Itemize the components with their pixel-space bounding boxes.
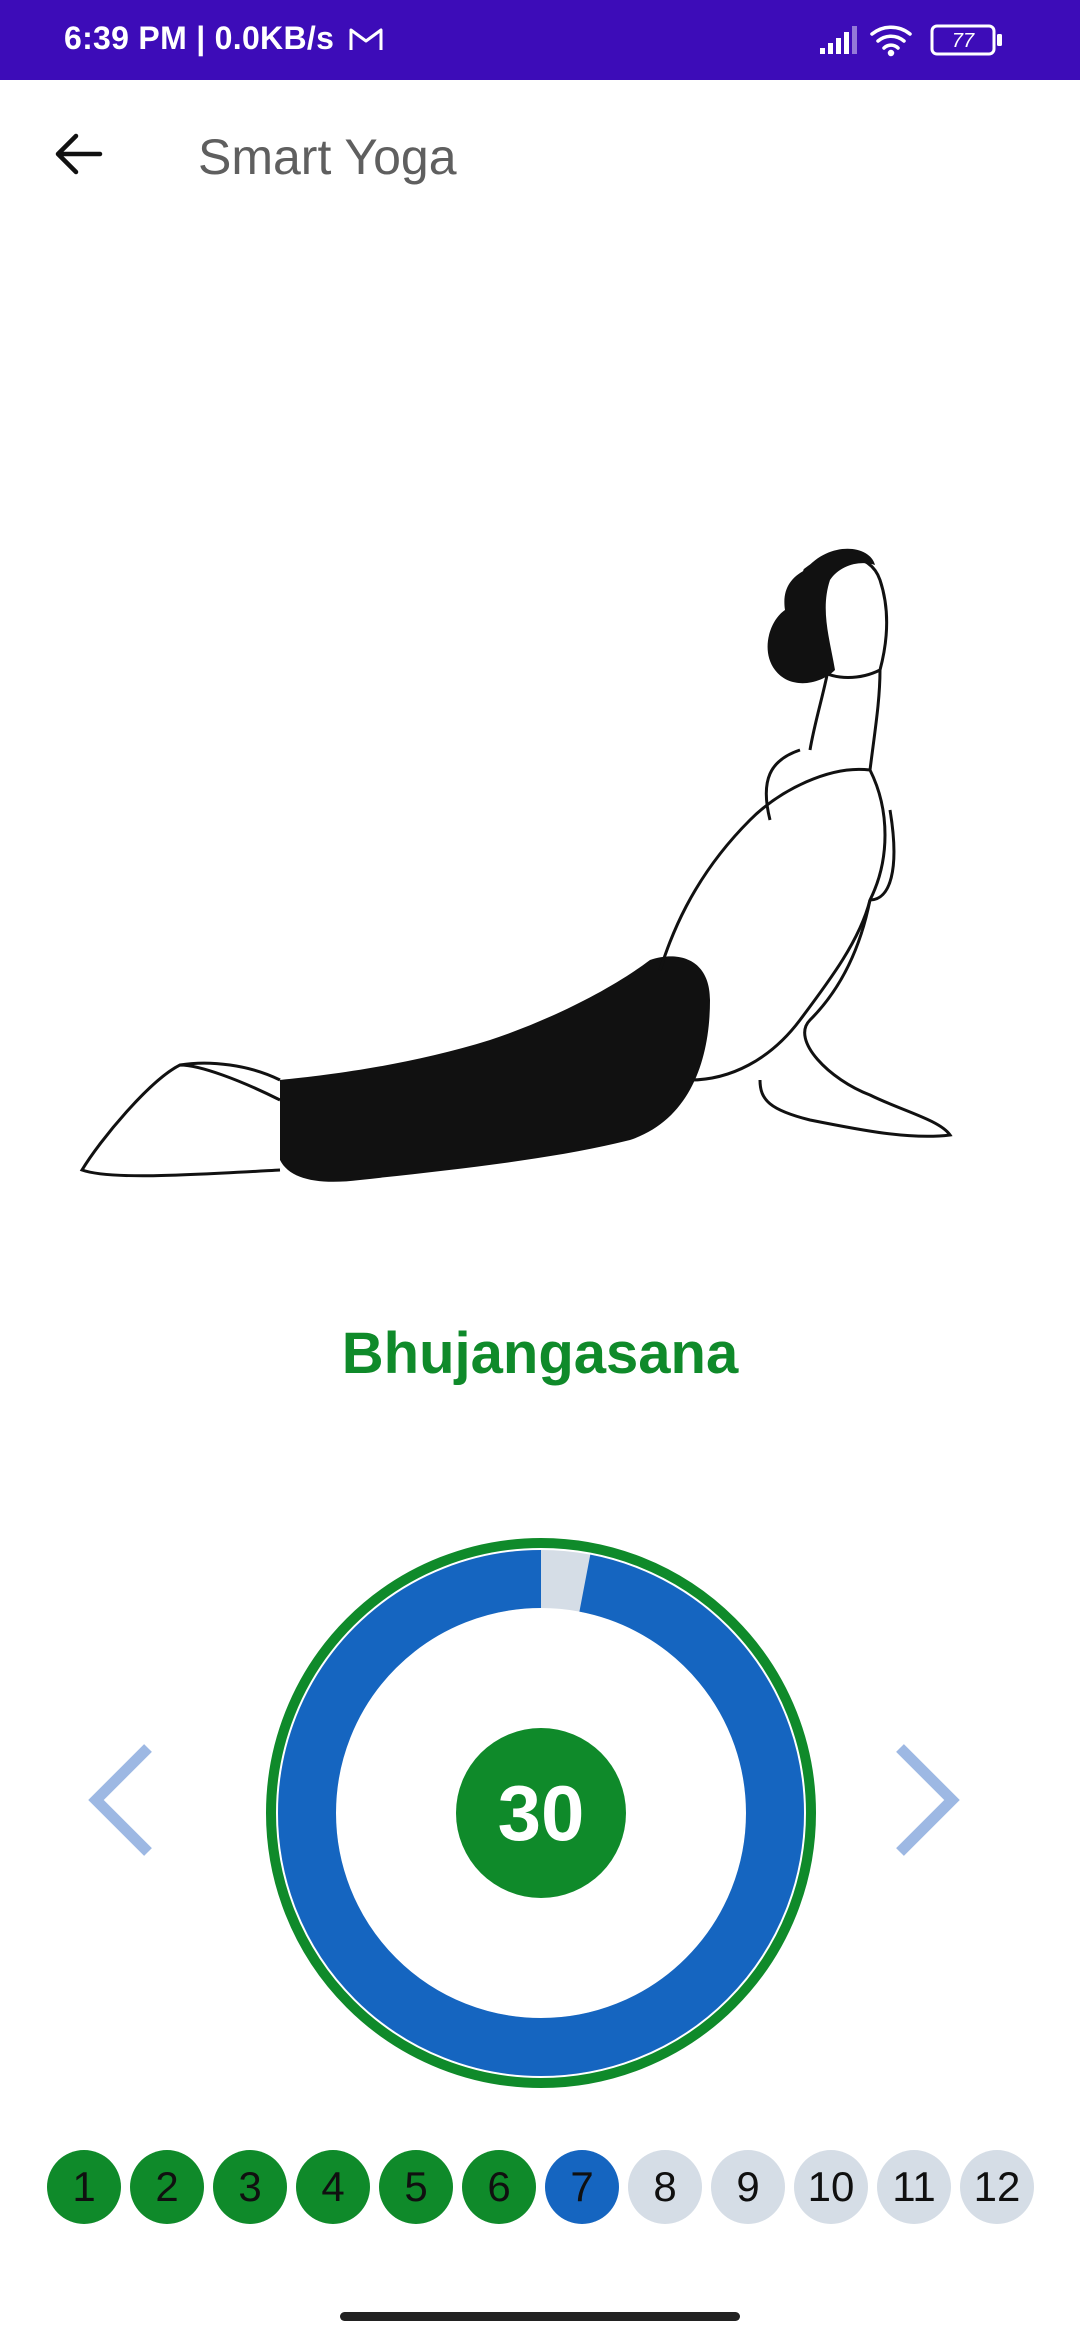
timer-widget: 30 <box>266 1538 816 2088</box>
cobra-pose-illustration <box>79 548 953 1182</box>
step-dot-12[interactable]: 12 <box>960 2150 1034 2224</box>
battery-icon: 77 <box>930 24 1002 56</box>
step-dot-3[interactable]: 3 <box>213 2150 287 2224</box>
step-dot-2[interactable]: 2 <box>130 2150 204 2224</box>
next-button[interactable] <box>880 1730 970 1870</box>
gmail-icon <box>349 28 383 50</box>
step-dot-10[interactable]: 10 <box>794 2150 868 2224</box>
signal-icon <box>820 26 857 54</box>
status-bar: 6:39 PM | 0.0KB/s 77 <box>0 0 1080 80</box>
pose-name: Bhujangasana <box>341 1321 739 1386</box>
home-indicator <box>340 2312 740 2321</box>
app-title: Smart Yoga <box>198 129 457 185</box>
step-dot-5[interactable]: 5 <box>379 2150 453 2224</box>
step-indicator-row: 1 2 3 4 5 6 7 8 9 10 11 12 <box>47 2150 1037 2224</box>
chevron-right-icon <box>896 1744 960 1856</box>
step-dot-9[interactable]: 9 <box>711 2150 785 2224</box>
step-dot-1[interactable]: 1 <box>47 2150 121 2224</box>
arrow-back-icon <box>55 133 103 175</box>
battery-level: 77 <box>952 30 975 52</box>
step-dot-7[interactable]: 7 <box>545 2150 619 2224</box>
step-dot-11[interactable]: 11 <box>877 2150 951 2224</box>
wifi-icon <box>870 25 912 57</box>
step-dot-4[interactable]: 4 <box>296 2150 370 2224</box>
status-icons: 77 <box>818 22 1018 58</box>
pose-legs <box>280 956 710 1182</box>
chevron-left-icon <box>88 1744 152 1856</box>
status-time: 6:39 PM | 0.0KB/s <box>64 20 383 57</box>
previous-button[interactable] <box>78 1730 168 1870</box>
app-bar: Smart Yoga <box>0 80 1080 240</box>
pose-feet <box>79 1063 281 1178</box>
timer-count: 30 <box>456 1728 626 1898</box>
back-button[interactable] <box>38 114 118 194</box>
status-time-text: 6:39 PM | 0.0KB/s <box>64 20 335 56</box>
step-dot-6[interactable]: 6 <box>462 2150 536 2224</box>
step-dot-8[interactable]: 8 <box>628 2150 702 2224</box>
